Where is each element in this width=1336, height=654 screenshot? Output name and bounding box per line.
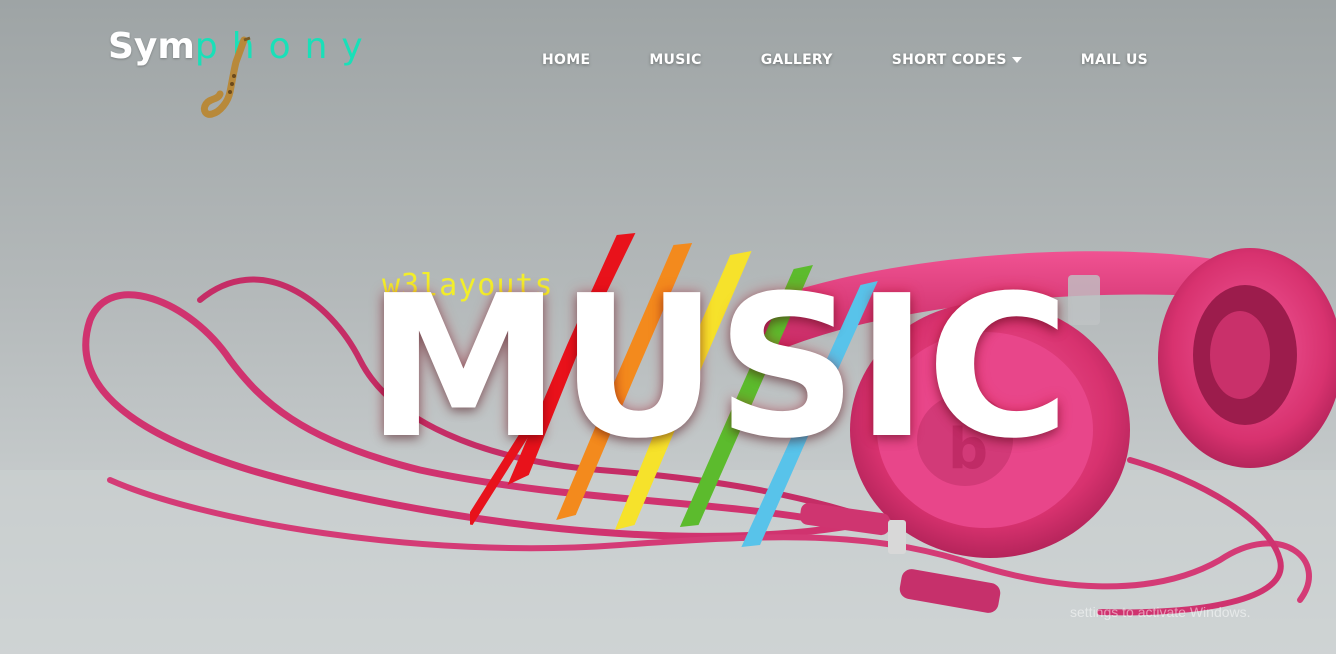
windows-activation-watermark: settings to activate Windows. xyxy=(1070,604,1251,620)
nav-mail-us-link[interactable]: MAIL US xyxy=(1081,50,1148,70)
hero-section: b Symphony HOME MUSIC GALLERY SHORT CODE… xyxy=(0,0,1336,654)
nav-short-codes-dropdown[interactable]: SHORT CODES xyxy=(892,50,1022,70)
nav-short-codes-label: SHORT CODES xyxy=(891,52,1007,68)
caret-down-icon xyxy=(1011,57,1022,63)
nav-home-link[interactable]: HOME xyxy=(542,50,590,70)
site-logo[interactable]: Symphony xyxy=(108,26,378,118)
nav-music-link[interactable]: MUSIC xyxy=(649,50,701,70)
main-navigation: HOME MUSIC GALLERY SHORT CODES MAIL US xyxy=(542,50,1148,70)
logo-text-primary: Sym xyxy=(108,26,195,67)
nav-gallery-link[interactable]: GALLERY xyxy=(761,50,833,70)
saxophone-icon xyxy=(200,36,251,118)
hero-headline: MUSIC xyxy=(366,254,1070,482)
